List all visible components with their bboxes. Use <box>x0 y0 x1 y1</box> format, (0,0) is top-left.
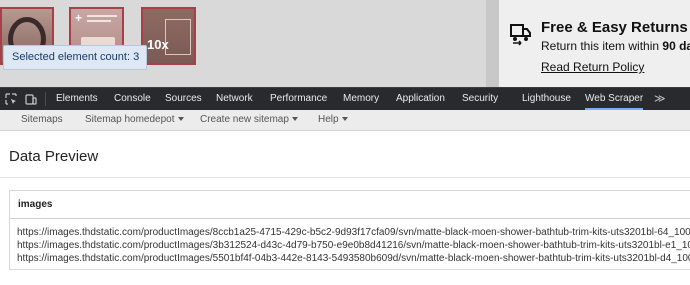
more-tabs-chevron-icon[interactable]: ≫ <box>654 88 666 110</box>
tab-elements[interactable]: Elements <box>56 88 98 110</box>
devtools-tabbar: Elements Console Sources Network Perform… <box>0 87 690 110</box>
returns-truck-icon <box>510 24 531 46</box>
header-divider <box>10 218 690 219</box>
read-return-policy-link[interactable]: Read Return Policy <box>541 60 644 74</box>
inspect-icon[interactable] <box>5 93 17 105</box>
plus-badge: + <box>75 11 83 25</box>
table-row: https://images.thdstatic.com/productImag… <box>17 253 690 264</box>
product-thumbnail-3[interactable]: 10x <box>141 7 196 65</box>
table-row: https://images.thdstatic.com/productImag… <box>17 227 690 238</box>
product-page-area: + 10x Free & Easy Returns I Return this … <box>0 0 690 87</box>
caret-down-icon <box>341 117 348 122</box>
selected-count-tooltip: Selected element count: 3 <box>3 45 147 70</box>
tab-memory[interactable]: Memory <box>343 88 379 110</box>
nav-help[interactable]: Help <box>318 110 348 130</box>
tab-application[interactable]: Application <box>396 88 445 110</box>
data-preview-table: images https://images.thdstatic.com/prod… <box>9 190 690 270</box>
tab-lighthouse[interactable]: Lighthouse <box>522 88 571 110</box>
web-scraper-nav: Sitemaps Sitemap homedepot Create new si… <box>0 110 690 131</box>
caret-down-icon <box>177 117 184 122</box>
nav-sitemaps[interactable]: Sitemaps <box>21 110 63 130</box>
tab-network[interactable]: Network <box>216 88 253 110</box>
caret-down-icon <box>291 117 298 122</box>
returns-subtitle: Return this item within 90 day <box>541 39 690 53</box>
tab-performance[interactable]: Performance <box>270 88 327 110</box>
returns-panel: Free & Easy Returns I Return this item w… <box>499 0 690 87</box>
more-images-badge: 10x <box>147 37 169 52</box>
page-title: Data Preview <box>9 148 99 165</box>
table-row: https://images.thdstatic.com/productImag… <box>17 240 690 251</box>
nav-create-new-sitemap[interactable]: Create new sitemap <box>200 110 298 130</box>
column-header-images: images <box>18 199 53 210</box>
nav-sitemap-homedepot[interactable]: Sitemap homedepot <box>85 110 184 130</box>
tab-console[interactable]: Console <box>114 88 151 110</box>
tab-security[interactable]: Security <box>462 88 498 110</box>
divider <box>0 177 690 178</box>
device-toggle-icon[interactable] <box>25 93 37 105</box>
tab-sources[interactable]: Sources <box>165 88 202 110</box>
tab-web-scraper[interactable]: Web Scraper <box>585 88 644 110</box>
page-divider <box>486 0 499 87</box>
returns-title: Free & Easy Returns I <box>541 19 690 36</box>
toolbar-separator <box>45 92 46 106</box>
